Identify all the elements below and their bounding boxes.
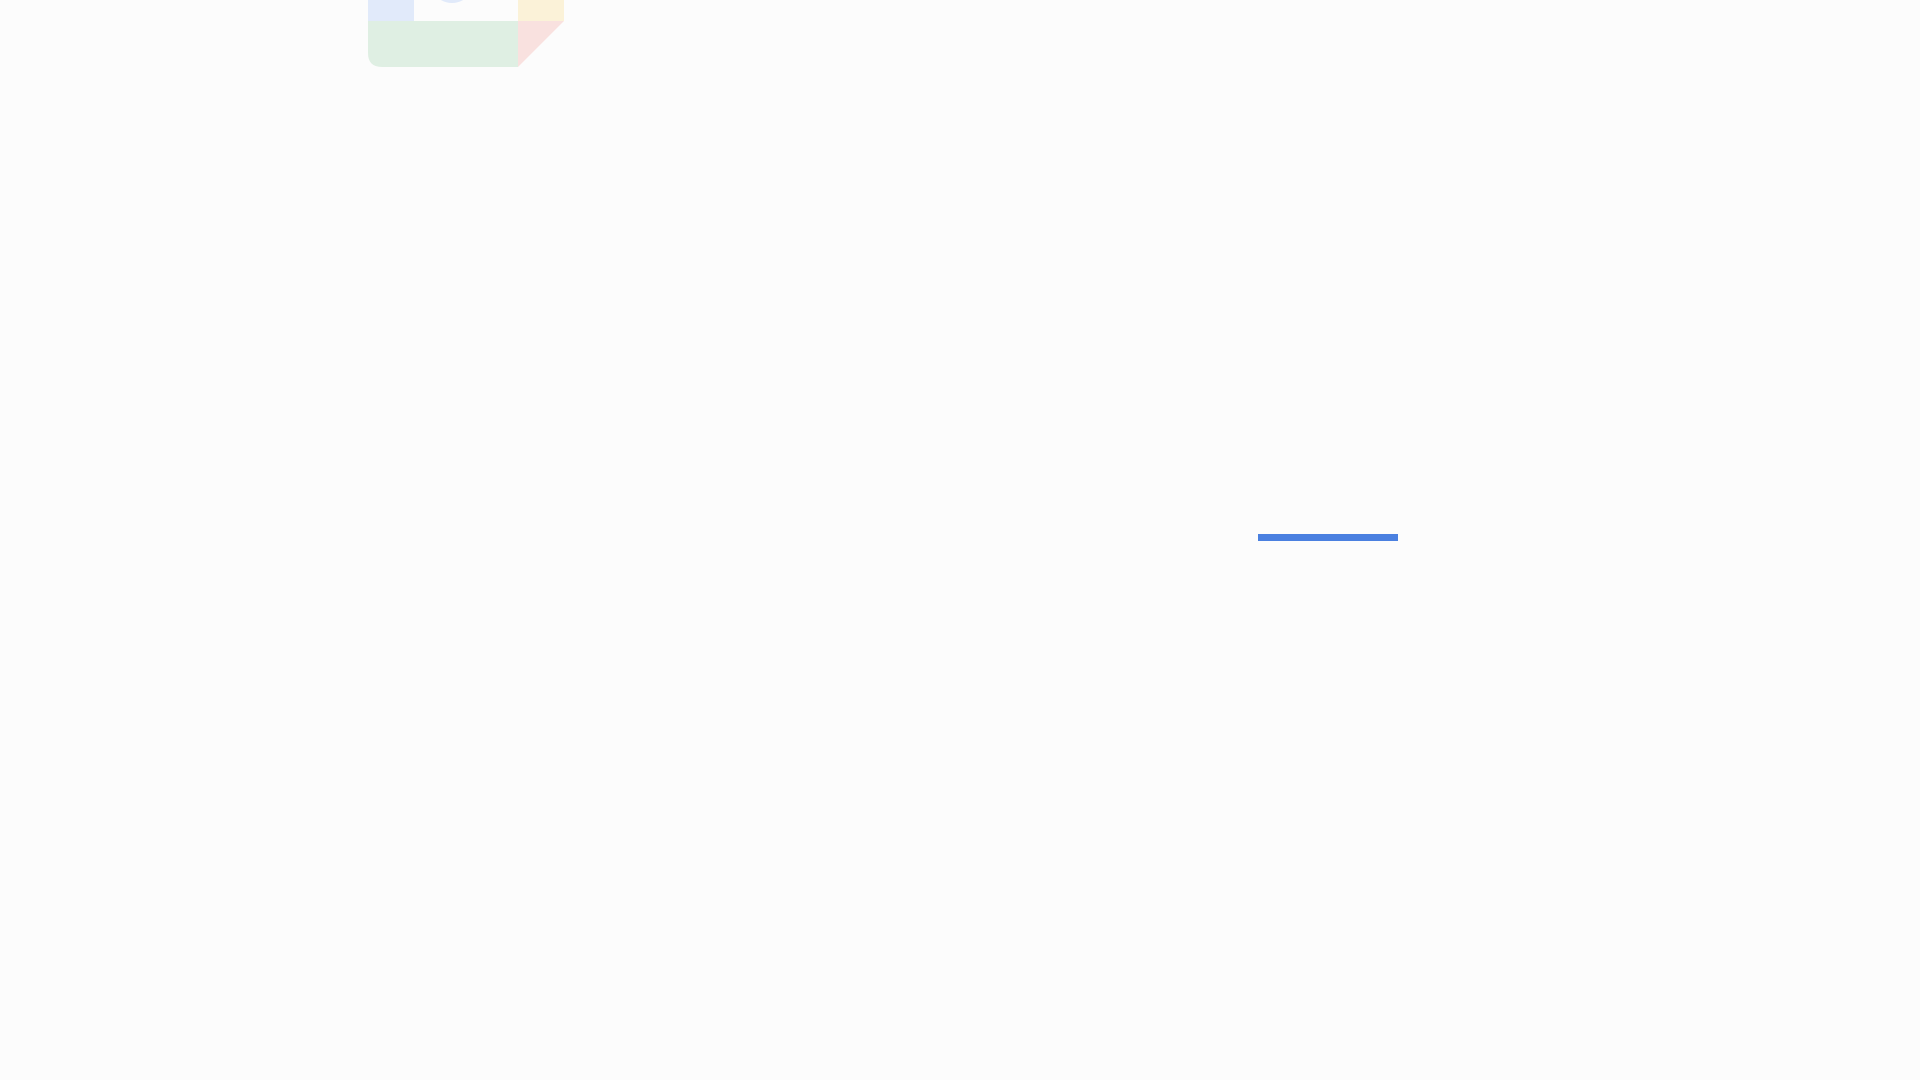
- app-title-clip: Calendar: [728, 488, 1028, 502]
- loading-screen: Calendar: [0, 0, 1920, 1080]
- google-calendar-icon: [368, 0, 564, 67]
- loading-progress-fill: [1258, 534, 1398, 541]
- app-title: Calendar: [728, 488, 1028, 502]
- loading-progress-bar: [1258, 534, 1398, 541]
